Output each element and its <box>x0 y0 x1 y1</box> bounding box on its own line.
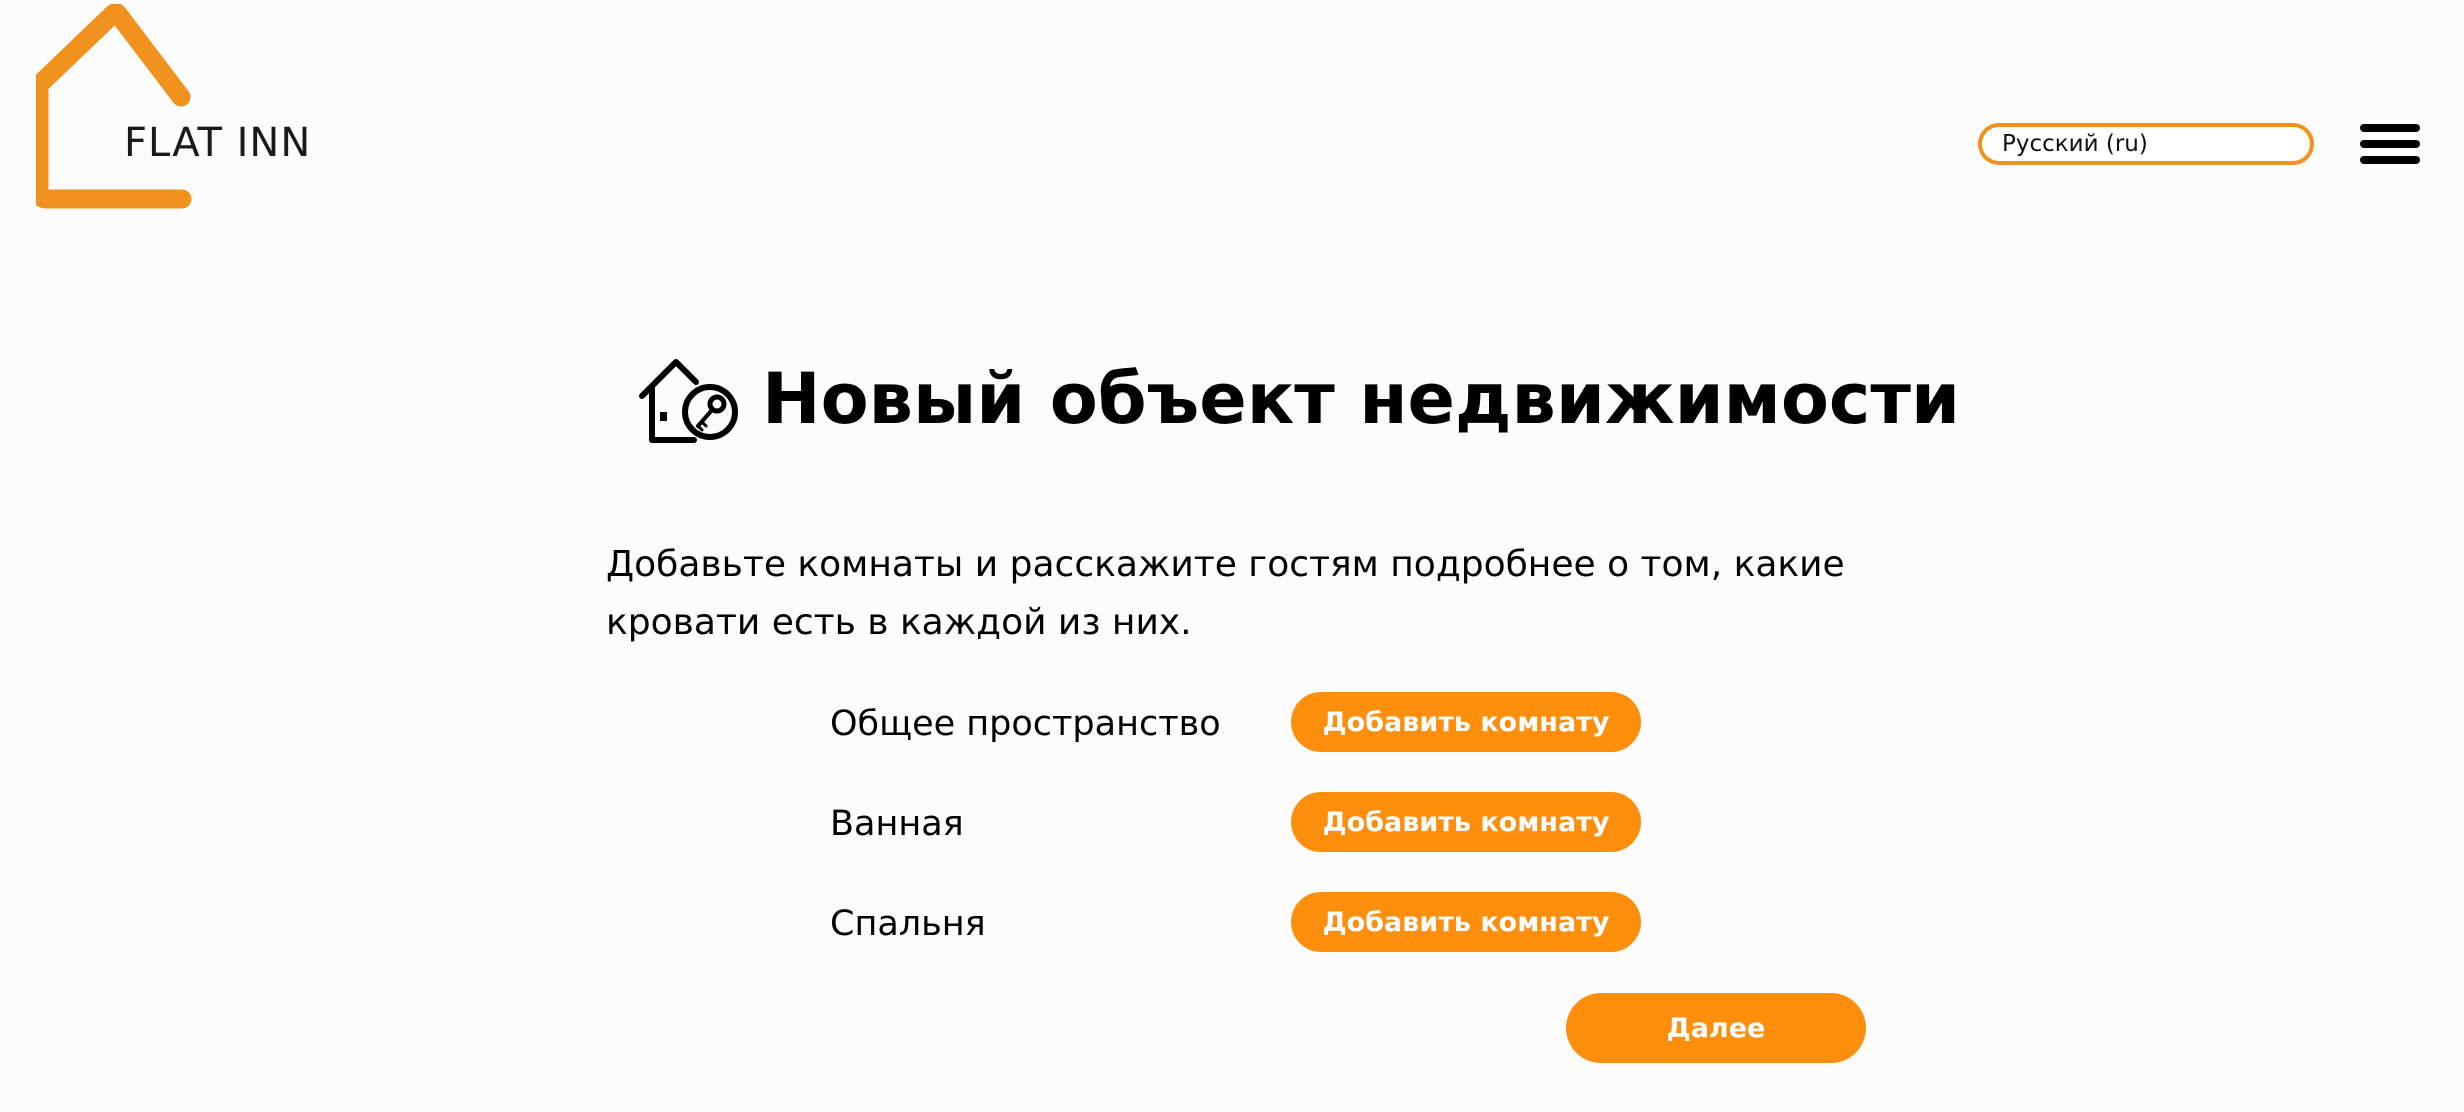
add-room-button-bathroom[interactable]: Добавить комнату <box>1291 792 1641 852</box>
add-room-button-bedroom[interactable]: Добавить комнату <box>1291 892 1641 952</box>
logo-text: FLAT INN <box>124 120 312 166</box>
page-description: Добавьте комнаты и расскажите гостям под… <box>606 544 1845 643</box>
room-label-bathroom: Ванная <box>830 804 964 844</box>
logo[interactable]: FLAT INN <box>36 4 356 214</box>
room-label-bedroom: Спальня <box>830 904 986 944</box>
room-label-common-space: Общее пространство <box>830 704 1221 744</box>
house-outline-icon <box>36 4 192 209</box>
menu-bar <box>2360 140 2420 148</box>
page-title: Новый объект недвижимости <box>762 358 1961 440</box>
house-search-icon <box>639 359 738 443</box>
page-header: Новый объект недвижимости <box>638 352 1960 452</box>
menu-bar <box>2360 156 2420 164</box>
next-button[interactable]: Далее <box>1566 993 1866 1063</box>
hamburger-menu-icon[interactable] <box>2360 122 2420 166</box>
language-select[interactable]: Русский (ru) <box>1978 123 2314 165</box>
add-room-button-common-space[interactable]: Добавить комнату <box>1291 692 1641 752</box>
menu-bar <box>2360 124 2420 132</box>
